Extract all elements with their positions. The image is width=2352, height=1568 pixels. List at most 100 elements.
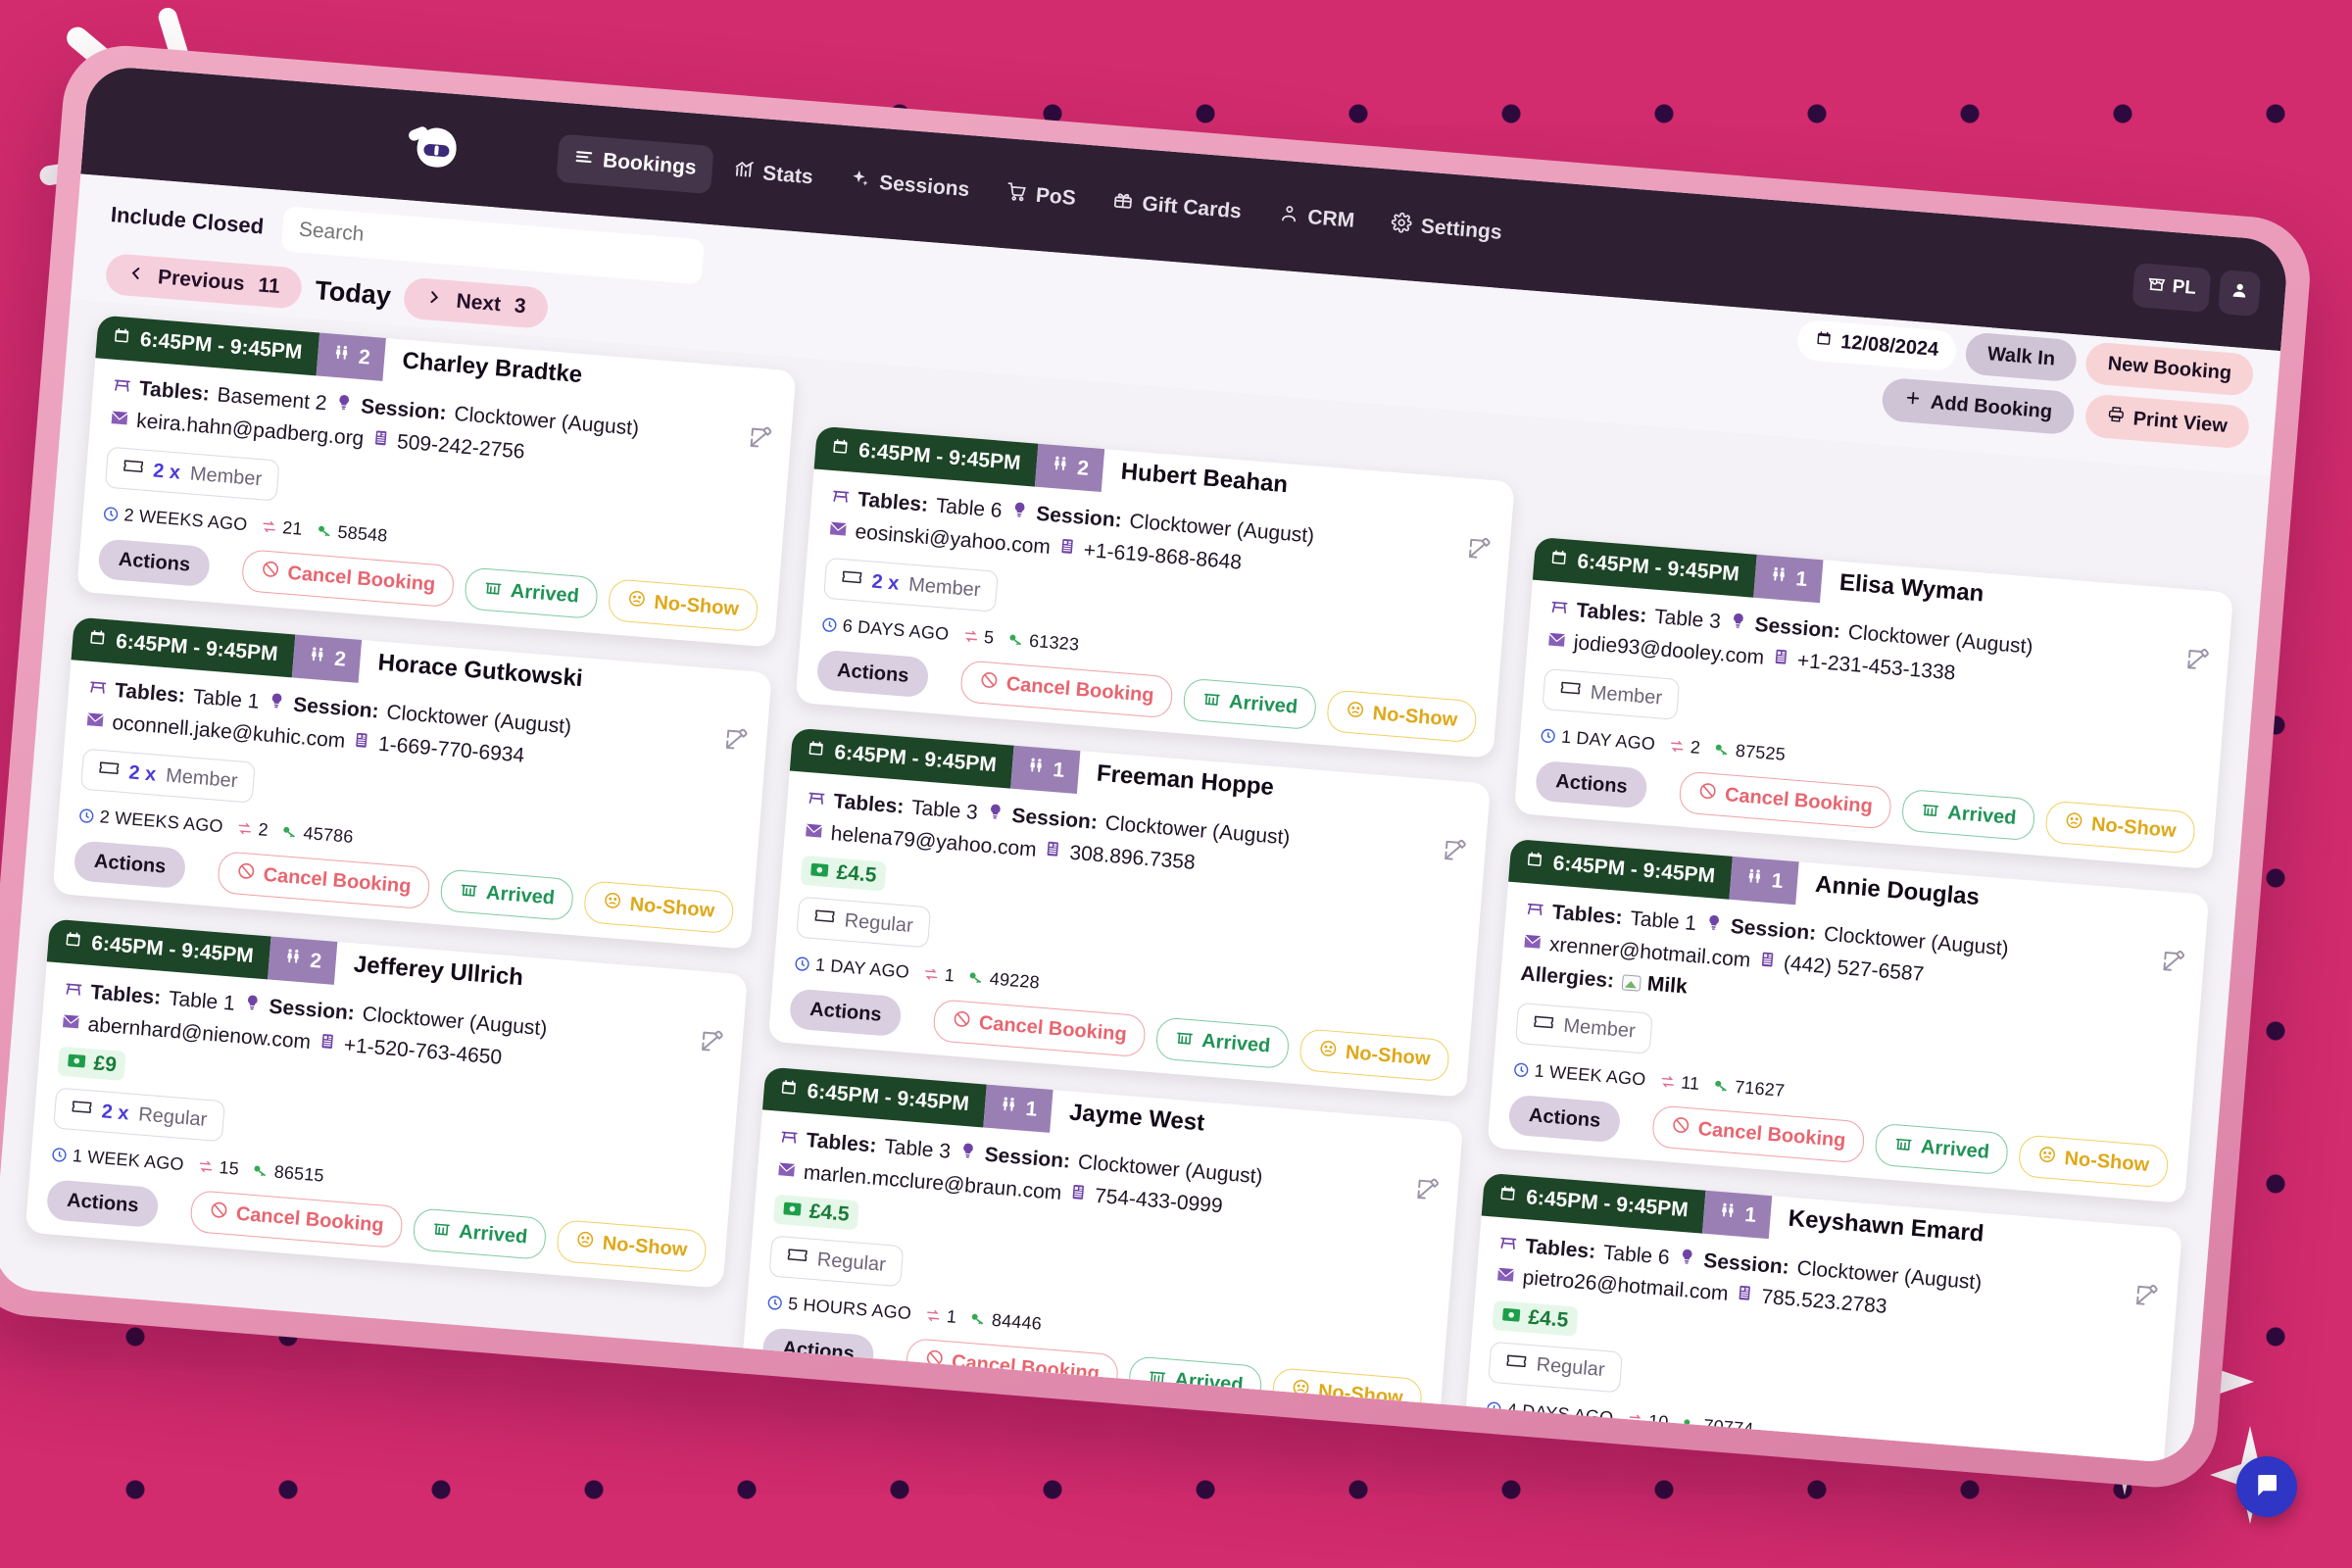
no-show-button[interactable]: No-Show [1326, 689, 1478, 744]
no-show-button[interactable]: No-Show [1271, 1367, 1424, 1422]
people-icon [1744, 867, 1764, 892]
nav-item-bookings[interactable]: Bookings [556, 133, 714, 194]
actions-button[interactable]: Actions [760, 1327, 876, 1377]
created-ago: 1 WEEK AGO [1512, 1058, 1646, 1090]
people-icon [307, 646, 326, 670]
booking-card[interactable]: 6:45PM - 9:45PM 1 Freeman Hoppe Tables: Tabl… [767, 727, 1492, 1099]
account-button[interactable] [2217, 269, 2262, 317]
actions-button[interactable]: Actions [788, 988, 904, 1038]
no-show-button[interactable]: No-Show [2044, 800, 2197, 855]
money-icon [67, 1051, 87, 1075]
booking-card[interactable]: 6:45PM - 9:45PM 1 Keyshawn Emard Tables: Tab… [1459, 1172, 2182, 1465]
no-show-button[interactable]: No-Show [607, 578, 760, 633]
next-button[interactable]: Next 3 [403, 276, 550, 330]
edit-icon[interactable] [1413, 1176, 1441, 1208]
cancel-booking-button[interactable]: Cancel Booking [905, 1338, 1120, 1397]
repeat-icon [924, 1307, 942, 1325]
tablet-device: Bookings Stats Sessions PoS Gift Cards C… [0, 40, 2315, 1493]
booking-card[interactable]: 6:45PM - 9:45PM 2 Hubert Beahan Tables: Tabl… [795, 425, 1515, 760]
arrived-button[interactable]: Arrived [439, 868, 575, 922]
amount-value: £4.5 [808, 1200, 851, 1227]
cancel-booking-button[interactable]: Cancel Booking [189, 1190, 405, 1250]
calendar-icon [64, 930, 83, 955]
ref-value: 70774 [1702, 1415, 1755, 1440]
created-ago: 1 DAY AGO [793, 954, 910, 983]
nav-item-stats[interactable]: Stats [715, 146, 830, 203]
booking-ref: 87525 [1713, 739, 1787, 765]
arrived-button[interactable]: Arrived [1874, 1122, 2010, 1176]
mail-icon [61, 1006, 82, 1040]
edit-icon[interactable] [2132, 1282, 2160, 1314]
new-booking-button[interactable]: New Booking [2084, 341, 2255, 397]
phone-icon [1771, 643, 1791, 676]
booking-card[interactable]: 6:45PM - 9:45PM 1 Annie Douglas Tables: Tabl… [1487, 838, 2210, 1203]
booking-ref: 45786 [281, 821, 354, 848]
nav-item-pos[interactable]: PoS [989, 169, 1093, 224]
ninja-logo[interactable] [407, 120, 463, 174]
nav-item-gift-cards[interactable]: Gift Cards [1096, 176, 1259, 237]
calendar-icon [1814, 329, 1833, 353]
date-picker[interactable]: 12/08/2024 [1795, 318, 1958, 372]
no-show-button[interactable]: No-Show [1298, 1028, 1450, 1083]
booking-card[interactable]: 6:45PM - 9:45PM 1 Jayme West Tables: Table 3… [740, 1066, 1464, 1437]
no-show-button[interactable]: No-Show [556, 1219, 708, 1274]
chat-widget-button[interactable] [2236, 1456, 2297, 1517]
actions-button[interactable]: Actions [73, 840, 187, 890]
arrived-button[interactable]: Arrived [464, 566, 600, 620]
booking-card[interactable]: 6:45PM - 9:45PM 2 Jefferey Ullrich Tables: T… [24, 918, 748, 1289]
cancel-booking-button[interactable]: Cancel Booking [932, 999, 1148, 1058]
ticket-quantity: 2 x [100, 1101, 130, 1125]
phone-icon [1043, 835, 1063, 868]
actions-button[interactable]: Actions [97, 538, 212, 588]
actions-button[interactable]: Actions [45, 1179, 160, 1229]
edit-icon[interactable] [1441, 837, 1468, 869]
nav-item-settings[interactable]: Settings [1374, 199, 1519, 258]
actions-button[interactable]: Actions [1534, 760, 1649, 809]
phone-icon [1068, 1179, 1089, 1212]
mail-icon [827, 514, 849, 547]
cancel-booking-button[interactable]: Cancel Booking [1678, 770, 1893, 830]
no-show-button[interactable]: No-Show [2018, 1134, 2170, 1189]
include-closed-label[interactable]: Include Closed [110, 202, 265, 239]
next-count: 3 [514, 294, 527, 318]
arrived-button[interactable]: Arrived [1154, 1016, 1291, 1070]
people-icon [999, 1096, 1018, 1120]
arrived-label: Arrived [1920, 1136, 1990, 1163]
cancel-booking-button[interactable]: Cancel Booking [1651, 1104, 1866, 1164]
no-show-button[interactable]: No-Show [583, 880, 735, 935]
party-size: 2 [1076, 457, 1090, 480]
walk-in-button[interactable]: Walk In [1964, 331, 2079, 383]
edit-icon[interactable] [698, 1028, 725, 1060]
arrived-button[interactable]: Arrived [1182, 677, 1318, 731]
previous-button[interactable]: Previous 11 [104, 252, 304, 310]
arrived-button[interactable]: Arrived [1846, 1461, 1983, 1465]
edit-icon[interactable] [722, 726, 750, 759]
amount-value: £4.5 [835, 860, 878, 888]
customer-name: Jefferey Ullrich [352, 951, 524, 992]
edit-icon[interactable] [747, 424, 774, 457]
cancel-label: Cancel Booking [262, 863, 413, 898]
actions-button[interactable]: Actions [1507, 1094, 1622, 1144]
party-size-badge: 1 [1729, 856, 1800, 906]
booking-card[interactable]: 6:45PM - 9:45PM 2 Charley Bradtke Tables: Ba… [76, 315, 797, 648]
edit-icon[interactable] [2183, 646, 2211, 678]
booking-ref: 84446 [969, 1308, 1043, 1335]
cancel-label: Cancel Booking [1004, 673, 1155, 708]
today-label[interactable]: Today [314, 275, 392, 312]
edit-icon[interactable] [1465, 535, 1493, 567]
nav-item-crm[interactable]: CRM [1261, 190, 1372, 247]
arrived-button[interactable]: Arrived [1127, 1355, 1263, 1409]
arrived-button[interactable]: Arrived [412, 1207, 548, 1261]
ago-value: 1 WEEK AGO [72, 1146, 185, 1175]
nav-item-sessions[interactable]: Sessions [832, 156, 987, 216]
cancel-booking-button[interactable]: Cancel Booking [217, 851, 432, 910]
booking-card[interactable]: 6:45PM - 9:45PM 1 Elisa Wyman Tables: Table … [1513, 536, 2234, 870]
edit-icon[interactable] [2159, 948, 2186, 980]
actions-button[interactable]: Actions [815, 649, 930, 699]
arrived-button[interactable]: Arrived [1900, 788, 2036, 842]
cancel-booking-button[interactable]: Cancel Booking [240, 549, 456, 609]
booking-card[interactable]: 6:45PM - 9:45PM 2 Horace Gutkowski Tables: T… [52, 616, 772, 950]
venue-selector[interactable]: PL [2131, 262, 2212, 313]
cancel-booking-button[interactable]: Cancel Booking [959, 660, 1175, 719]
money-icon [782, 1199, 803, 1223]
